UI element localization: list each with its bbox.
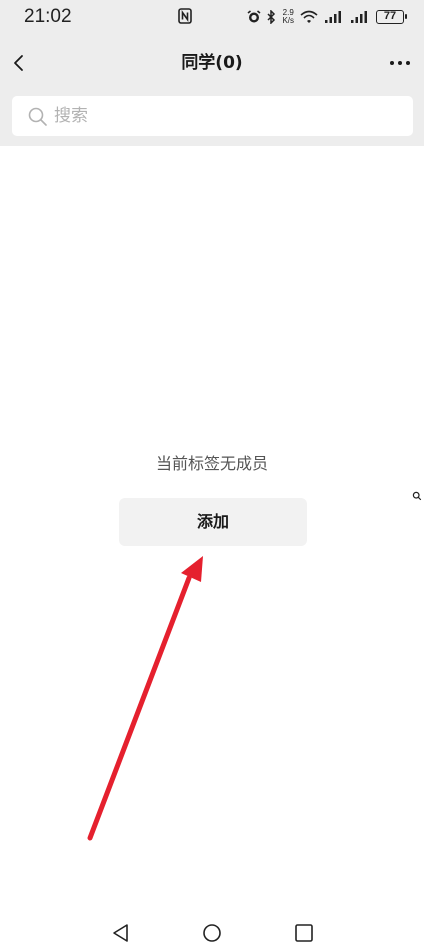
network-speed: 2.9 K/s	[282, 9, 294, 25]
more-button[interactable]	[388, 54, 412, 72]
status-time: 21:02	[24, 6, 72, 27]
nfc-icon	[178, 8, 192, 24]
search-area: 搜索	[0, 90, 424, 146]
add-button[interactable]: 添加	[119, 498, 307, 546]
more-dots-icon	[390, 61, 410, 65]
system-back-button[interactable]	[110, 922, 132, 944]
empty-state-message: 当前标签无成员	[155, 454, 268, 473]
system-recents-button[interactable]	[293, 922, 315, 944]
search-placeholder: 搜索	[54, 106, 88, 126]
battery-indicator: 77	[376, 10, 407, 24]
status-bar: 21:02 2.9 K/s 77	[0, 0, 424, 36]
signal-icon	[325, 11, 341, 23]
status-icons: 2.9 K/s 77	[247, 6, 407, 28]
system-home-button[interactable]	[201, 922, 223, 944]
wifi-icon	[300, 10, 318, 23]
system-nav-bar	[0, 910, 424, 950]
nav-bar: 同学(0)	[0, 36, 424, 90]
chevron-left-icon	[14, 55, 23, 71]
page-title: 同学(0)	[181, 53, 243, 73]
alarm-icon	[247, 10, 261, 23]
circle-home-icon	[203, 924, 221, 942]
triangle-back-icon	[113, 924, 128, 942]
signal-icon	[351, 11, 367, 23]
search-input[interactable]: 搜索	[12, 96, 413, 136]
network-speed-unit: K/s	[282, 16, 294, 25]
floating-search-icon[interactable]	[412, 491, 422, 501]
square-recents-icon	[295, 924, 313, 942]
search-icon	[28, 107, 47, 126]
bluetooth-icon	[267, 10, 276, 24]
back-button[interactable]	[6, 48, 34, 78]
